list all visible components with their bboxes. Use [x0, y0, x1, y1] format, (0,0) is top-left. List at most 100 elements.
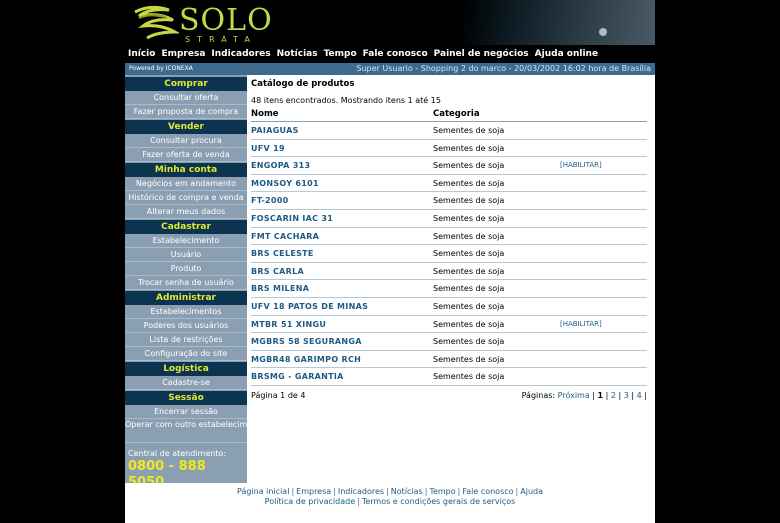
table-row: PAIAGUAS Sementes de soja [251, 122, 647, 140]
product-name-link[interactable]: ENGOPA 313 [251, 161, 310, 170]
footer-link-noticias[interactable]: Notícias [391, 487, 423, 496]
sidebar-item-estabelecimentos[interactable]: Estabelecimentos [125, 305, 247, 319]
sidebar-item-encerrar-sessao[interactable]: Encerrar sessão [125, 405, 247, 419]
nav-link-empresa[interactable]: Empresa [158, 45, 208, 63]
sidebar-item-fazer-proposta-de-compra[interactable]: Fazer proposta de compra [125, 105, 247, 119]
nav-link-inicio[interactable]: Início [125, 45, 158, 63]
pagination-page-3[interactable]: 3 [624, 391, 629, 400]
product-category: Sementes de soja [433, 196, 505, 206]
sidebar-section-logistica: Logística [125, 362, 247, 376]
footer-links-primary: Página inicial | Empresa | Indicadores | Notíc… [236, 487, 543, 496]
sidebar-item-produto[interactable]: Produto [125, 262, 247, 276]
table-header: Nome Categoria [251, 108, 647, 122]
sidebar-item-operar-com-outro-estabelecimento[interactable]: Operar com outro estabelecimento [125, 419, 247, 443]
page-title: Catálogo de produtos [251, 79, 355, 89]
powered-by: Powered by ICONEXA [129, 65, 193, 72]
pagination-page-2[interactable]: 2 [611, 391, 616, 400]
sidebar-item-alterar-meus-dados[interactable]: Alterar meus dados [125, 205, 247, 219]
footer-link-politica-de-privacidade[interactable]: Política de privacidade [265, 497, 355, 506]
pagination-next-link[interactable]: Próxima [558, 391, 590, 400]
sidebar-item-estabelecimento[interactable]: Estabelecimento [125, 234, 247, 248]
nav-link-indicadores[interactable]: Indicadores [208, 45, 273, 63]
product-name-link[interactable]: FOSCARIN IAC 31 [251, 214, 333, 223]
table-row: MTBR 51 XINGU Sementes de soja [HABILITAR] [251, 316, 647, 334]
header-image-highlight [599, 28, 607, 36]
product-category: Sementes de soja [433, 266, 505, 276]
sidebar-item-poderes-dos-usuarios[interactable]: Poderes dos usuários [125, 319, 247, 333]
product-category: Sementes de soja [433, 231, 505, 241]
table-row: FOSCARIN IAC 31 Sementes de soja [251, 210, 647, 228]
enable-link[interactable]: [HABILITAR] [560, 320, 602, 328]
product-category: Sementes de soja [433, 319, 505, 329]
sidebar-section-minha-conta: Minha conta [125, 163, 247, 177]
nav-link-tempo[interactable]: Tempo [321, 45, 360, 63]
table-row: FMT CACHARA Sementes de soja [251, 228, 647, 246]
nav-link-painel-de-negocios[interactable]: Painel de negócios [431, 45, 532, 63]
page: SOLO STRATA Início Empresa Indicadores Notí… [125, 0, 655, 523]
pagination-page-1: 1 [597, 391, 604, 400]
column-header-category: Categoria [433, 109, 480, 119]
product-name-link[interactable]: FMT CACHARA [251, 232, 319, 241]
product-category: Sementes de soja [433, 372, 505, 382]
sidebar-item-consultar-procura[interactable]: Consultar procura [125, 134, 247, 148]
footer: Página inicial | Empresa | Indicadores | Notíc… [125, 483, 655, 523]
sidebar-item-consultar-oferta[interactable]: Consultar oferta [125, 91, 247, 105]
nav-link-noticias[interactable]: Notícias [274, 45, 321, 63]
product-category: Sementes de soja [433, 284, 505, 294]
top-nav: Início Empresa Indicadores Notícias Tempo Fal… [125, 45, 655, 63]
product-category: Sementes de soja [433, 302, 505, 311]
footer-link-empresa[interactable]: Empresa [296, 487, 331, 496]
status-bar: Powered by ICONEXA Super Usuario - Shopp… [125, 63, 655, 75]
product-name-link[interactable]: UFV 19 [251, 144, 285, 153]
product-category: Sementes de soja [433, 214, 505, 223]
footer-link-termos-e-condicoes-gerais-de-servicos[interactable]: Termos e condições gerais de serviços [362, 497, 516, 506]
sidebar-section-sessao: Sessão [125, 391, 247, 405]
logo-name: SOLO [179, 3, 273, 38]
results-count: 48 itens encontrados. Mostrando itens 1 … [251, 96, 441, 105]
support-label: Central de atendimento: [128, 449, 227, 458]
product-name-link[interactable]: PAIAGUAS [251, 126, 299, 135]
table-row: FT-2000 Sementes de soja [251, 192, 647, 210]
header: SOLO STRATA [125, 0, 655, 45]
footer-link-fale-conosco[interactable]: Fale conosco [462, 487, 513, 496]
sidebar-item-usuario[interactable]: Usuário [125, 248, 247, 262]
table-row: ENGOPA 313 Sementes de soja [HABILITAR] [251, 157, 647, 175]
sidebar-section-administrar: Administrar [125, 291, 247, 305]
footer-link-pagina-inicial[interactable]: Página inicial [237, 487, 289, 496]
logo[interactable]: SOLO STRATA [129, 4, 272, 44]
product-name-link[interactable]: BRS MILENA [251, 284, 309, 293]
sidebar-item-fazer-oferta-de-venda[interactable]: Fazer oferta de venda [125, 148, 247, 162]
product-name-link[interactable]: MONSOY 6101 [251, 179, 319, 188]
sidebar-section-vender: Vender [125, 120, 247, 134]
table-row: BRSMG - GARANTIA Sementes de soja [251, 368, 647, 386]
table-row: BRS CARLA Sementes de soja [251, 263, 647, 281]
sidebar-item-lista-de-restricoes[interactable]: Lista de restrições [125, 333, 247, 347]
sidebar-item-historico-de-compra-e-venda[interactable]: Histórico de compra e venda [125, 191, 247, 205]
product-name-link[interactable]: MGBRS 58 SEGURANGA [251, 337, 362, 346]
product-name-link[interactable]: MGBR48 GARIMPO RCH [251, 355, 361, 364]
sidebar-item-negocios-em-andamento[interactable]: Negócios em andamento [125, 177, 247, 191]
product-category: Sementes de soja [433, 161, 505, 171]
sidebar-item-trocar-senha-de-usuario[interactable]: Trocar senha de usuário [125, 276, 247, 290]
enable-link[interactable]: [HABILITAR] [560, 161, 602, 169]
pagination-label: Páginas: [521, 391, 556, 400]
nav-link-fale-conosco[interactable]: Fale conosco [360, 45, 431, 63]
product-name-link[interactable]: BRS CARLA [251, 267, 304, 276]
product-name-link[interactable]: UFV 18 PATOS DE MINAS [251, 302, 368, 311]
sidebar-section-cadastrar: Cadastrar [125, 220, 247, 234]
product-name-link[interactable]: MTBR 51 XINGU [251, 320, 326, 329]
product-name-link[interactable]: BRS CELESTE [251, 249, 314, 258]
table-row: MGBRS 58 SEGURANGA Sementes de soja [251, 333, 647, 351]
product-category: Sementes de soja [433, 337, 505, 347]
footer-link-indicadores[interactable]: Indicadores [338, 487, 384, 496]
footer-link-tempo[interactable]: Tempo [429, 487, 455, 496]
sidebar-menu: Comprar Consultar oferta Fazer proposta de… [125, 77, 247, 443]
sidebar-item-configuracao-do-site[interactable]: Configuração do site [125, 347, 247, 361]
nav-link-ajuda-online[interactable]: Ajuda online [532, 45, 601, 63]
pagination-page-4[interactable]: 4 [637, 391, 642, 400]
table-row: UFV 19 Sementes de soja [251, 140, 647, 158]
footer-link-ajuda[interactable]: Ajuda [520, 487, 543, 496]
product-name-link[interactable]: BRSMG - GARANTIA [251, 372, 344, 381]
sidebar-item-cadastre-se[interactable]: Cadastre-se [125, 376, 247, 390]
product-name-link[interactable]: FT-2000 [251, 196, 288, 205]
